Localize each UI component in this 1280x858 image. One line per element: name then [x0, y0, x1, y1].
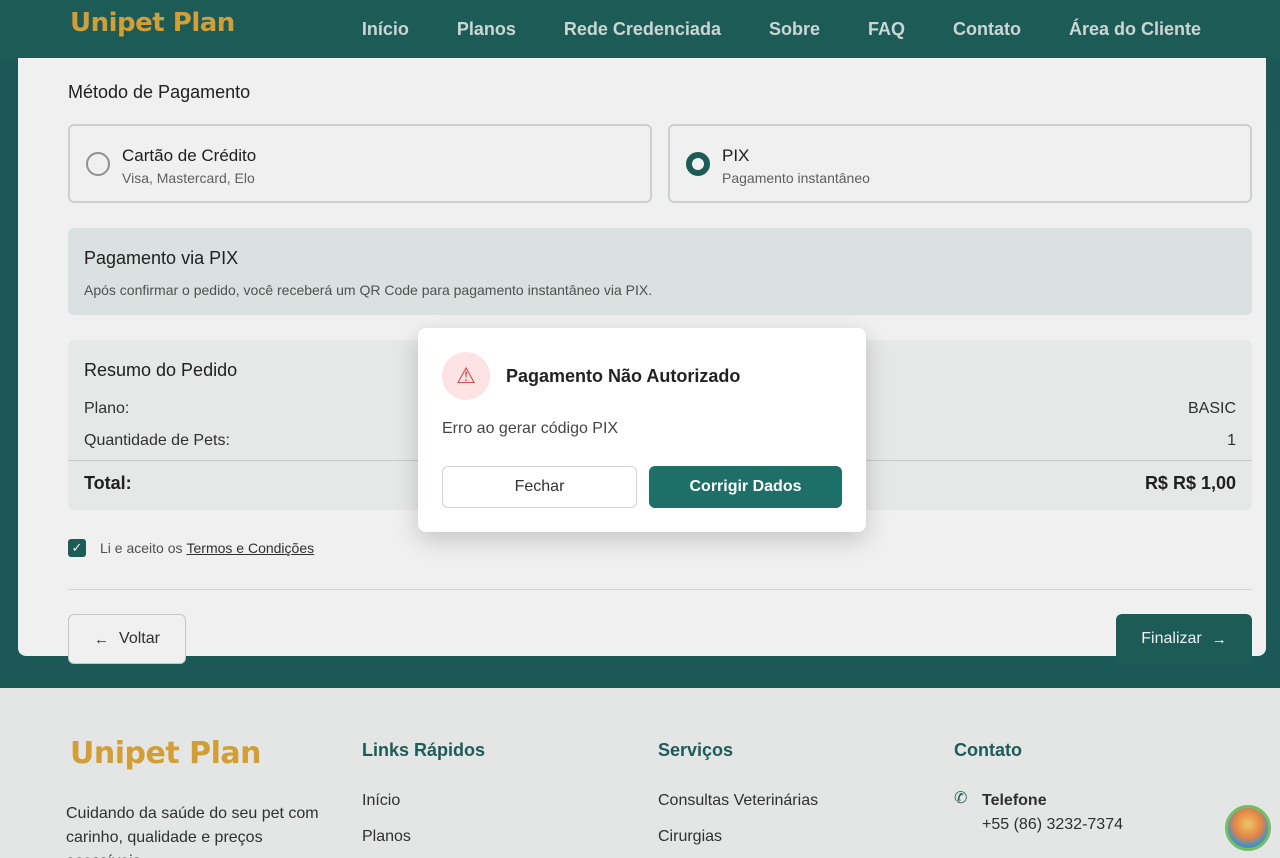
modal-title: Pagamento Não Autorizado [506, 366, 741, 386]
payment-section-title: Método de Pagamento [68, 82, 251, 102]
finish-label: Finalizar [1141, 630, 1202, 647]
nav-item-sobre[interactable]: Sobre [769, 19, 820, 40]
chat-widget-button[interactable] [1225, 805, 1271, 851]
pix-info-title: Pagamento via PIX [84, 248, 239, 268]
option-label: PIX [722, 146, 750, 165]
site-footer: Unipet Plan Cuidando da saúde do seu pet… [0, 688, 1280, 858]
footer-services-title: Serviços [658, 740, 734, 760]
radio-pix[interactable] [686, 152, 710, 176]
phone-value[interactable]: +55 (86) 3232-7374 [982, 816, 1123, 834]
phone-icon: ✆ [954, 790, 968, 807]
option-sub: Visa, Mastercard, Elo [122, 170, 255, 186]
error-modal: ⚠ Pagamento Não Autorizado Erro ao gerar… [418, 328, 866, 532]
pets-label: Quantidade de Pets: [84, 432, 230, 449]
summary-title: Resumo do Pedido [84, 360, 238, 380]
radio-credit-card[interactable] [86, 152, 110, 176]
nav-item-area-cliente[interactable]: Área do Cliente [1069, 19, 1201, 40]
warning-icon: ⚠ [442, 352, 490, 400]
nav-item-rede-credenciada[interactable]: Rede Credenciada [564, 19, 721, 40]
modal-message: Erro ao gerar código PIX [442, 420, 619, 437]
finish-button[interactable]: Finalizar → [1116, 614, 1252, 664]
pix-info-text: Após confirmar o pedido, você receberá u… [84, 282, 653, 298]
back-button[interactable]: ← Voltar [68, 614, 186, 664]
option-label: Cartão de Crédito [122, 146, 257, 165]
arrow-right-icon: → [1211, 630, 1227, 648]
phone-label: Telefone [982, 792, 1047, 809]
plan-value: BASIC [1187, 400, 1236, 417]
back-label: Voltar [119, 630, 160, 647]
total-label: Total: [84, 473, 132, 493]
footer-links-col: Links Rápidos Início Planos [362, 740, 486, 845]
actions-divider [68, 589, 1252, 590]
nav-item-planos[interactable]: Planos [457, 19, 516, 40]
arrow-left-icon: ← [94, 630, 110, 648]
brand-logo[interactable]: Unipet Plan [70, 8, 235, 38]
pix-info-box: Pagamento via PIX Após confirmar o pedid… [68, 228, 1252, 315]
footer-contact-title: Contato [954, 740, 1022, 760]
terms-row: ✓ Li e aceito os Termos e Condições [68, 538, 314, 558]
footer-service-cirurgias[interactable]: Cirurgias [658, 828, 722, 846]
footer-service-consultas[interactable]: Consultas Veterinárias [658, 792, 818, 810]
footer-tagline: Cuidando da saúde do seu pet com carinho… [66, 805, 319, 858]
pets-value: 1 [1227, 432, 1236, 449]
close-button[interactable]: Fechar [442, 466, 637, 508]
main-nav: Início Planos Rede Credenciada Sobre FAQ… [314, 0, 1201, 58]
plan-label: Plano: [84, 400, 130, 417]
terms-checkbox[interactable]: ✓ [68, 539, 86, 557]
terms-link[interactable]: Termos e Condições [187, 540, 315, 556]
footer-contact-col: Contato ✆ Telefone +55 (86) 3232-7374 [954, 740, 1123, 833]
option-sub: Pagamento instantâneo [722, 170, 870, 186]
nav-item-inicio[interactable]: Início [362, 19, 409, 40]
footer-link-planos[interactable]: Planos [362, 828, 411, 846]
nav-item-faq[interactable]: FAQ [868, 19, 905, 40]
fix-data-button[interactable]: Corrigir Dados [649, 466, 842, 508]
payment-option-pix[interactable]: PIX Pagamento instantâneo [668, 124, 1252, 203]
footer-services-col: Serviços Consultas Veterinárias Cirurgia… [658, 740, 818, 845]
total-value: R$ R$ 1,00 [1144, 473, 1236, 493]
site-header: Unipet Plan Início Planos Rede Credencia… [0, 0, 1280, 58]
footer-logo[interactable]: Unipet Plan [70, 736, 261, 771]
terms-prefix: Li e aceito os [100, 540, 183, 556]
footer-link-inicio[interactable]: Início [362, 792, 400, 810]
footer-links-title: Links Rápidos [362, 740, 486, 760]
nav-item-contato[interactable]: Contato [953, 19, 1021, 40]
payment-option-credit-card[interactable]: Cartão de Crédito Visa, Mastercard, Elo [68, 124, 652, 203]
